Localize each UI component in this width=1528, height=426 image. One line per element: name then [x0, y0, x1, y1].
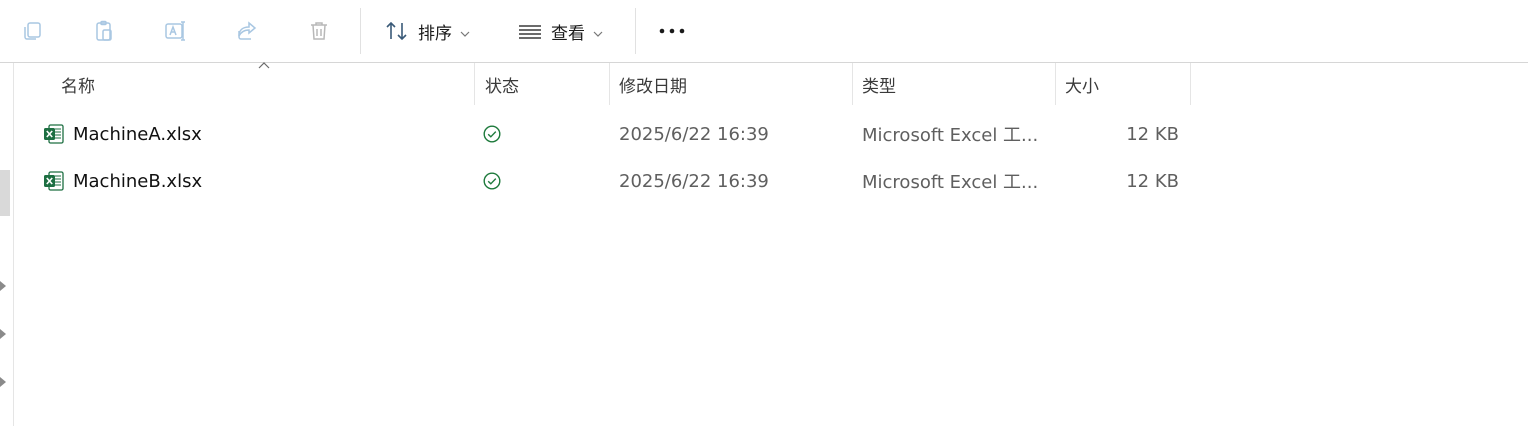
- file-row[interactable]: MachineA.xlsx 2025/6/22 16:39 Microsoft …: [13, 114, 1528, 154]
- expand-arrow-icon[interactable]: [0, 281, 6, 291]
- view-label: 查看: [551, 23, 585, 44]
- expand-arrow-icon[interactable]: [0, 377, 6, 387]
- toolbar-separator: [360, 8, 361, 54]
- sort-label: 排序: [418, 23, 452, 44]
- share-icon: [234, 18, 260, 44]
- expand-arrow-icon[interactable]: [0, 329, 6, 339]
- chevron-down-icon: [460, 22, 470, 41]
- file-size: 12 KB: [1126, 170, 1179, 192]
- column-header-size[interactable]: 大小: [1065, 63, 1190, 105]
- column-divider[interactable]: [1055, 63, 1056, 105]
- file-modified-date: 2025/6/22 16:39: [619, 170, 769, 192]
- column-header-type[interactable]: 类型: [862, 63, 1055, 105]
- copy-icon: [19, 18, 45, 44]
- view-icon: [517, 18, 543, 44]
- command-bar: 排序 查看: [0, 0, 1528, 63]
- file-name[interactable]: MachineA.xlsx: [73, 114, 202, 154]
- column-divider[interactable]: [852, 63, 853, 105]
- toolbar-separator: [635, 8, 636, 54]
- navigation-pane-edge: [0, 63, 14, 426]
- delete-button[interactable]: [306, 14, 332, 48]
- column-divider[interactable]: [1190, 63, 1191, 105]
- file-row[interactable]: MachineB.xlsx 2025/6/22 16:39 Microsoft …: [13, 161, 1528, 201]
- sync-status-icon: [483, 114, 501, 154]
- rename-icon: [162, 18, 188, 44]
- more-icon: [659, 18, 685, 44]
- excel-file-icon: [43, 161, 65, 201]
- column-divider[interactable]: [609, 63, 610, 105]
- paste-button[interactable]: [91, 14, 117, 48]
- file-size: 12 KB: [1126, 123, 1179, 145]
- share-button[interactable]: [234, 14, 260, 48]
- rename-button[interactable]: [162, 14, 188, 48]
- sort-icon: [384, 18, 410, 44]
- excel-file-icon: [43, 114, 65, 154]
- column-divider[interactable]: [474, 63, 475, 105]
- file-type: Microsoft Excel 工...: [862, 125, 1039, 146]
- more-options-button[interactable]: [659, 14, 685, 48]
- file-name[interactable]: MachineB.xlsx: [73, 161, 202, 201]
- sync-status-icon: [483, 161, 501, 201]
- view-button[interactable]: 查看: [517, 14, 603, 48]
- file-type: Microsoft Excel 工...: [862, 172, 1039, 193]
- column-header-modified[interactable]: 修改日期: [619, 63, 852, 105]
- column-header-name[interactable]: 名称: [61, 63, 474, 105]
- paste-icon: [91, 18, 117, 44]
- navigation-scrollbar-thumb[interactable]: [0, 170, 10, 216]
- chevron-down-icon: [593, 22, 603, 41]
- sort-button[interactable]: 排序: [384, 14, 470, 48]
- column-header-status[interactable]: 状态: [485, 63, 609, 105]
- column-header-row: 名称 状态 修改日期 类型 大小: [13, 62, 1528, 105]
- file-modified-date: 2025/6/22 16:39: [619, 123, 769, 145]
- delete-icon: [306, 18, 332, 44]
- copy-button[interactable]: [19, 14, 45, 48]
